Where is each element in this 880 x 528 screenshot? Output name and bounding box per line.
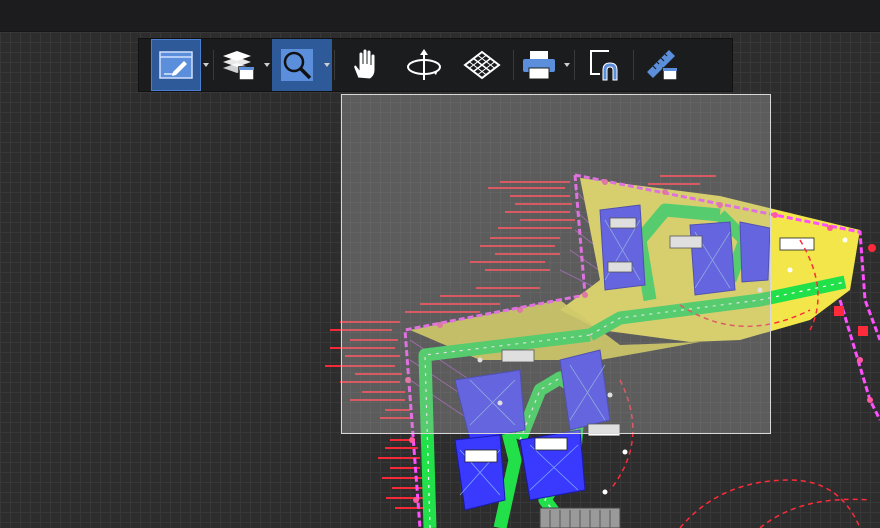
print-button[interactable] bbox=[516, 39, 562, 91]
toolbar-separator bbox=[574, 50, 575, 80]
drawing-canvas[interactable] bbox=[0, 32, 880, 528]
markup-pen-icon bbox=[159, 51, 193, 79]
zoom-button[interactable] bbox=[272, 39, 322, 91]
navigation-toolbar bbox=[138, 38, 733, 92]
measure-ruler-icon bbox=[647, 50, 678, 81]
zoom-menu-caret[interactable] bbox=[322, 39, 332, 91]
pan-hand-icon bbox=[353, 48, 376, 80]
orbit-icon bbox=[407, 49, 441, 80]
markup-button[interactable] bbox=[151, 39, 201, 91]
layers-button[interactable] bbox=[216, 39, 262, 91]
zoom-magnifier-icon bbox=[281, 49, 313, 81]
toolbar-separator bbox=[633, 50, 634, 80]
chevron-down-icon bbox=[264, 63, 270, 67]
print-menu-caret[interactable] bbox=[562, 39, 572, 91]
title-bar bbox=[0, 0, 880, 32]
view-button[interactable] bbox=[453, 39, 511, 91]
pan-button[interactable] bbox=[337, 39, 395, 91]
chevron-down-icon bbox=[324, 63, 330, 67]
toolbar-separator bbox=[513, 50, 514, 80]
markup-menu-caret[interactable] bbox=[201, 39, 211, 91]
toolbar-separator bbox=[213, 50, 214, 80]
grid-view-icon bbox=[463, 50, 501, 80]
measure-button[interactable] bbox=[636, 39, 688, 91]
layers-menu-caret[interactable] bbox=[262, 39, 272, 91]
snap-button[interactable] bbox=[577, 39, 631, 91]
toolbar-separator bbox=[334, 50, 335, 80]
chevron-down-icon bbox=[564, 63, 570, 67]
chevron-down-icon bbox=[203, 63, 209, 67]
orbit-button[interactable] bbox=[395, 39, 453, 91]
zoom-window-selection[interactable] bbox=[341, 94, 771, 434]
layers-icon bbox=[223, 51, 255, 81]
snap-magnet-icon bbox=[590, 50, 618, 81]
print-icon bbox=[523, 51, 555, 80]
